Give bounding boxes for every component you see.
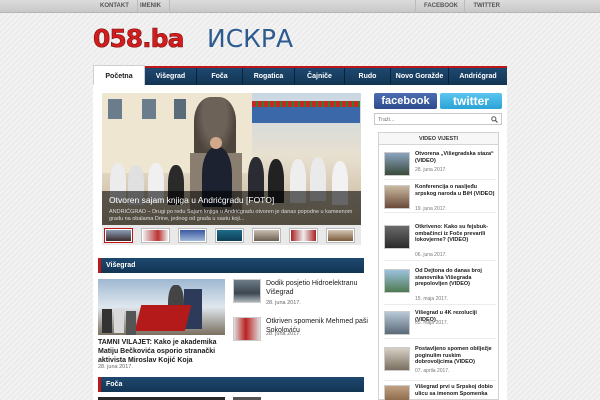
feature-date: 28. juna 2017. bbox=[98, 364, 133, 370]
nav-foca[interactable]: Foča bbox=[197, 68, 243, 85]
slider-thumb[interactable] bbox=[289, 228, 318, 243]
news-date: 28. juna 2017. bbox=[266, 331, 301, 337]
slider-thumb[interactable] bbox=[141, 228, 170, 243]
search-input[interactable] bbox=[378, 115, 488, 124]
video-item[interactable]: Otvorena „Višegradska staza“ (VIDEO) 28.… bbox=[384, 150, 496, 180]
logo-number: 058.ba bbox=[93, 24, 185, 53]
twitter-button[interactable]: twitter bbox=[440, 93, 502, 109]
widget-title: VIDEO VIJESTI bbox=[379, 133, 498, 145]
top-link-kontakt[interactable]: KONTAKT bbox=[92, 0, 138, 13]
slider-thumb[interactable] bbox=[326, 228, 355, 243]
video-thumbnail[interactable] bbox=[384, 311, 410, 335]
top-bar: KONTAKT IMENIK FACEBOOK TWITTER bbox=[0, 0, 600, 13]
video-date: 07. aprila 2017. bbox=[415, 368, 450, 374]
slider-thumbnails bbox=[102, 225, 361, 245]
video-date: 19. juna 2017. bbox=[415, 206, 447, 212]
video-title[interactable]: Višegrad prvi u Srpskoj dobio ulicu sa i… bbox=[415, 384, 497, 397]
section-title: Foča bbox=[106, 381, 123, 388]
slider-thumb[interactable] bbox=[215, 228, 244, 243]
news-thumbnail[interactable] bbox=[233, 317, 261, 341]
video-thumbnail[interactable] bbox=[384, 269, 410, 293]
feature-image[interactable] bbox=[98, 279, 225, 335]
twitter-label: twitter bbox=[453, 94, 489, 108]
video-title[interactable]: Otvorena „Višegradska staza“ (VIDEO) bbox=[415, 151, 497, 164]
nav-pocetna[interactable]: Početna bbox=[93, 65, 145, 85]
nav-rogatica[interactable]: Rogatica bbox=[243, 68, 295, 85]
top-link-imenik[interactable]: IMENIK bbox=[132, 0, 170, 13]
slider-title[interactable]: Otvoren sajam knjiga u Andrićgradu [FOTO… bbox=[109, 195, 274, 205]
video-item[interactable]: Otkriveno: Kako su fejsbuk-ombačinci iz … bbox=[384, 223, 496, 261]
nav-novo-gorazde[interactable]: Novo Goražde bbox=[391, 68, 449, 85]
video-thumbnail[interactable] bbox=[384, 185, 410, 209]
video-item[interactable]: Višegrad prvi u Srpskoj dobio ulicu sa i… bbox=[384, 383, 496, 400]
video-thumbnail[interactable] bbox=[384, 225, 410, 249]
video-date: 15. maja 2017. bbox=[415, 296, 449, 302]
facebook-button[interactable]: facebook bbox=[374, 93, 437, 109]
nav-cajnice[interactable]: Čajniče bbox=[295, 68, 345, 85]
video-thumbnail[interactable] bbox=[384, 385, 410, 400]
video-date: 28. juna 2017. bbox=[415, 167, 447, 173]
video-item[interactable]: Konferencija o nasljeđu srpskog naroda u… bbox=[384, 183, 496, 213]
nav-andricgrad[interactable]: Andrićgrad bbox=[449, 68, 507, 85]
slider-thumb[interactable] bbox=[178, 228, 207, 243]
top-link-twitter[interactable]: TWITTER bbox=[464, 0, 508, 13]
section-title: Višegrad bbox=[106, 262, 136, 269]
video-title[interactable]: Postavljeno spomen obilježje poginulim r… bbox=[415, 346, 497, 366]
search-icon[interactable] bbox=[491, 116, 498, 123]
section-header-foca[interactable]: Foča bbox=[98, 377, 364, 392]
main-nav: Početna Višegrad Foča Rogatica Čajniče R… bbox=[93, 65, 507, 85]
feature-title[interactable]: TAMNI VILAJET: Kako je akademika Matiju … bbox=[98, 338, 228, 365]
video-title[interactable]: Otkriveno: Kako su fejsbuk-ombačinci iz … bbox=[415, 224, 497, 244]
news-thumbnail[interactable] bbox=[233, 279, 261, 303]
search-box bbox=[374, 113, 502, 125]
facebook-label: facebook bbox=[381, 95, 430, 107]
video-thumbnail[interactable] bbox=[384, 347, 410, 371]
slider-thumb[interactable] bbox=[104, 228, 133, 243]
video-news-widget: VIDEO VIJESTI Otvorena „Višegradska staz… bbox=[378, 132, 499, 400]
nav-rudo[interactable]: Rudo bbox=[345, 68, 391, 85]
slider-thumb[interactable] bbox=[252, 228, 281, 243]
slider-excerpt: ANDRIĆGRAD – Drugi po redu Sajam knjiga … bbox=[109, 209, 353, 222]
logo-word: ИСКРА bbox=[207, 24, 294, 53]
video-item[interactable]: Višegrad u 4K rezoluciji (VIDEO) 05. maj… bbox=[384, 309, 496, 339]
video-item[interactable]: Od Dejtona do danas broj stanovnika Više… bbox=[384, 267, 496, 305]
top-link-facebook[interactable]: FACEBOOK bbox=[414, 0, 466, 13]
video-date: 05. maja 2017. bbox=[415, 320, 449, 326]
news-title[interactable]: Dodik posjetio Hidroelektranu Višegrad bbox=[266, 279, 368, 297]
featured-slider[interactable]: Otvoren sajam knjiga u Andrićgradu [FOTO… bbox=[102, 93, 361, 233]
video-thumbnail[interactable] bbox=[384, 152, 410, 176]
video-title[interactable]: Od Dejtona do danas broj stanovnika Više… bbox=[415, 268, 497, 288]
news-date: 28. juna 2017. bbox=[266, 300, 301, 306]
nav-visegrad[interactable]: Višegrad bbox=[145, 68, 197, 85]
video-title[interactable]: Konferencija o nasljeđu srpskog naroda u… bbox=[415, 184, 497, 197]
section-header-visegrad[interactable]: Višegrad bbox=[98, 258, 364, 273]
video-date: 06. juna 2017. bbox=[415, 252, 447, 258]
video-item[interactable]: Postavljeno spomen obilježje poginulim r… bbox=[384, 345, 496, 381]
